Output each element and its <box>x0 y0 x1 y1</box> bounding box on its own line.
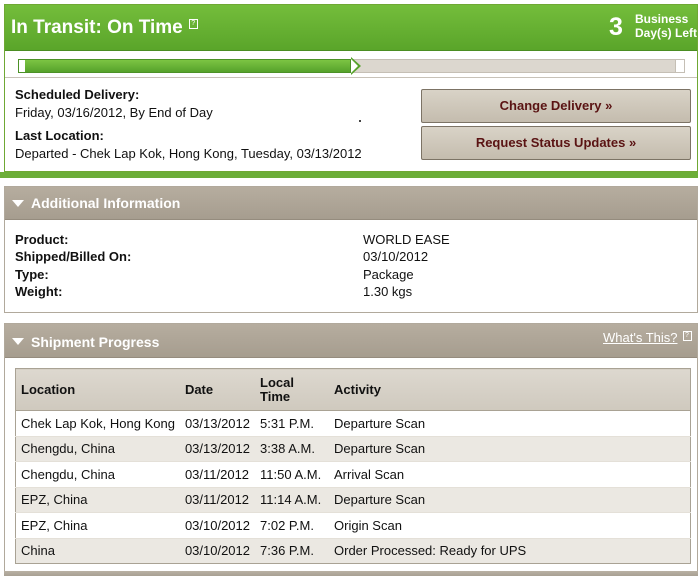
table-header-row: Location Date Local Time Activity <box>15 368 691 411</box>
location-cell: Chengdu, China <box>15 461 180 487</box>
local-time-column-header: Local Time <box>255 368 330 411</box>
date-cell: 03/11/2012 <box>179 461 256 487</box>
green-divider <box>0 172 698 178</box>
product-label: Product: <box>15 232 69 247</box>
location-cell: Chek Lap Kok, Hong Kong <box>15 410 180 436</box>
last-location-label: Last Location: <box>15 128 104 143</box>
status-title-text: In Transit: On Time <box>11 17 183 38</box>
date-column-header: Date <box>179 368 256 411</box>
status-title: In Transit: On Time? <box>11 17 198 39</box>
table-row: Chengdu, China 03/11/2012 11:50 A.M. Arr… <box>15 461 691 487</box>
product-value: WORLD EASE <box>363 232 450 247</box>
whats-this-link[interactable]: What's This?? <box>603 330 692 345</box>
activity-column-header: Activity <box>329 368 691 411</box>
activity-cell: Departure Scan <box>329 435 691 462</box>
additional-info-panel: Additional Information Product: WORLD EA… <box>4 186 698 313</box>
additional-info-title: Additional Information <box>31 195 181 211</box>
type-value: Package <box>363 267 414 282</box>
location-column-header: Location <box>15 368 180 411</box>
change-delivery-button[interactable]: Change Delivery » <box>421 89 691 123</box>
weight-label: Weight: <box>15 284 63 299</box>
collapse-caret-icon[interactable] <box>12 200 24 207</box>
progress-start-marker <box>19 60 25 72</box>
activity-cell: Departure Scan <box>329 410 691 436</box>
local-time-header-text: Local Time <box>260 374 294 404</box>
days-left-line1: Business <box>635 12 689 26</box>
additional-info-header[interactable]: Additional Information <box>5 187 697 220</box>
progress-end-marker <box>675 59 685 73</box>
shipped-billed-label: Shipped/Billed On: <box>15 249 132 264</box>
shipment-progress-table: Location Date Local Time Activity Chek L… <box>15 368 691 564</box>
time-cell: 11:14 A.M. <box>255 486 330 513</box>
status-header: In Transit: On Time? 3 Business Day(s) L… <box>5 5 697 51</box>
shipment-progress-panel: Shipment Progress What's This?? Location… <box>4 323 698 576</box>
date-cell: 03/13/2012 <box>179 435 256 462</box>
type-label: Type: <box>15 267 49 282</box>
table-row: China 03/10/2012 7:36 P.M. Order Process… <box>15 537 691 564</box>
last-location-value: Departed - Chek Lap Kok, Hong Kong, Tues… <box>15 146 362 161</box>
request-status-updates-button[interactable]: Request Status Updates » <box>421 126 691 160</box>
location-cell: Chengdu, China <box>15 435 180 462</box>
table-row: EPZ, China 03/11/2012 11:14 A.M. Departu… <box>15 486 691 513</box>
scheduled-delivery-label: Scheduled Delivery: <box>15 87 140 102</box>
date-cell: 03/11/2012 <box>179 486 256 513</box>
collapse-caret-icon[interactable] <box>12 338 24 345</box>
help-icon[interactable]: ? <box>682 331 692 341</box>
progress-fill <box>18 59 351 73</box>
divider <box>5 77 697 78</box>
scheduled-delivery-value: Friday, 03/16/2012, By End of Day <box>15 105 213 120</box>
weight-value: 1.30 kgs <box>363 284 413 299</box>
location-cell: EPZ, China <box>15 486 180 513</box>
shipment-progress-header[interactable]: Shipment Progress What's This?? <box>5 324 697 358</box>
progress-arrow-inner <box>351 59 358 73</box>
date-cell: 03/13/2012 <box>179 410 256 436</box>
days-left-count: 3 <box>609 13 623 41</box>
days-left-line2: Day(s) Left <box>635 26 698 40</box>
bottom-divider <box>4 571 698 576</box>
activity-cell: Order Processed: Ready for UPS <box>329 537 691 564</box>
status-panel: In Transit: On Time? 3 Business Day(s) L… <box>4 4 698 172</box>
table-row: EPZ, China 03/10/2012 7:02 P.M. Origin S… <box>15 512 691 538</box>
shipment-progress-title: Shipment Progress <box>31 334 160 350</box>
activity-cell: Origin Scan <box>329 512 691 538</box>
whats-this-text[interactable]: What's This? <box>603 330 678 345</box>
days-left-label: Business Day(s) Left <box>635 12 697 40</box>
location-cell: China <box>15 537 180 564</box>
date-cell: 03/10/2012 <box>179 512 256 538</box>
activity-cell: Arrival Scan <box>329 461 691 487</box>
help-icon[interactable]: ? <box>188 19 198 29</box>
table-row: Chengdu, China 03/13/2012 3:38 A.M. Depa… <box>15 435 691 462</box>
shipped-billed-value: 03/10/2012 <box>363 249 429 264</box>
time-cell: 11:50 A.M. <box>255 461 330 487</box>
time-cell: 7:02 P.M. <box>255 512 330 538</box>
time-cell: 3:38 A.M. <box>255 435 330 462</box>
time-cell: 5:31 P.M. <box>255 410 330 436</box>
stray-dot <box>359 120 361 122</box>
activity-cell: Departure Scan <box>329 486 691 513</box>
table-row: Chek Lap Kok, Hong Kong 03/13/2012 5:31 … <box>15 410 691 436</box>
location-cell: EPZ, China <box>15 512 180 538</box>
time-cell: 7:36 P.M. <box>255 537 330 564</box>
date-cell: 03/10/2012 <box>179 537 256 564</box>
